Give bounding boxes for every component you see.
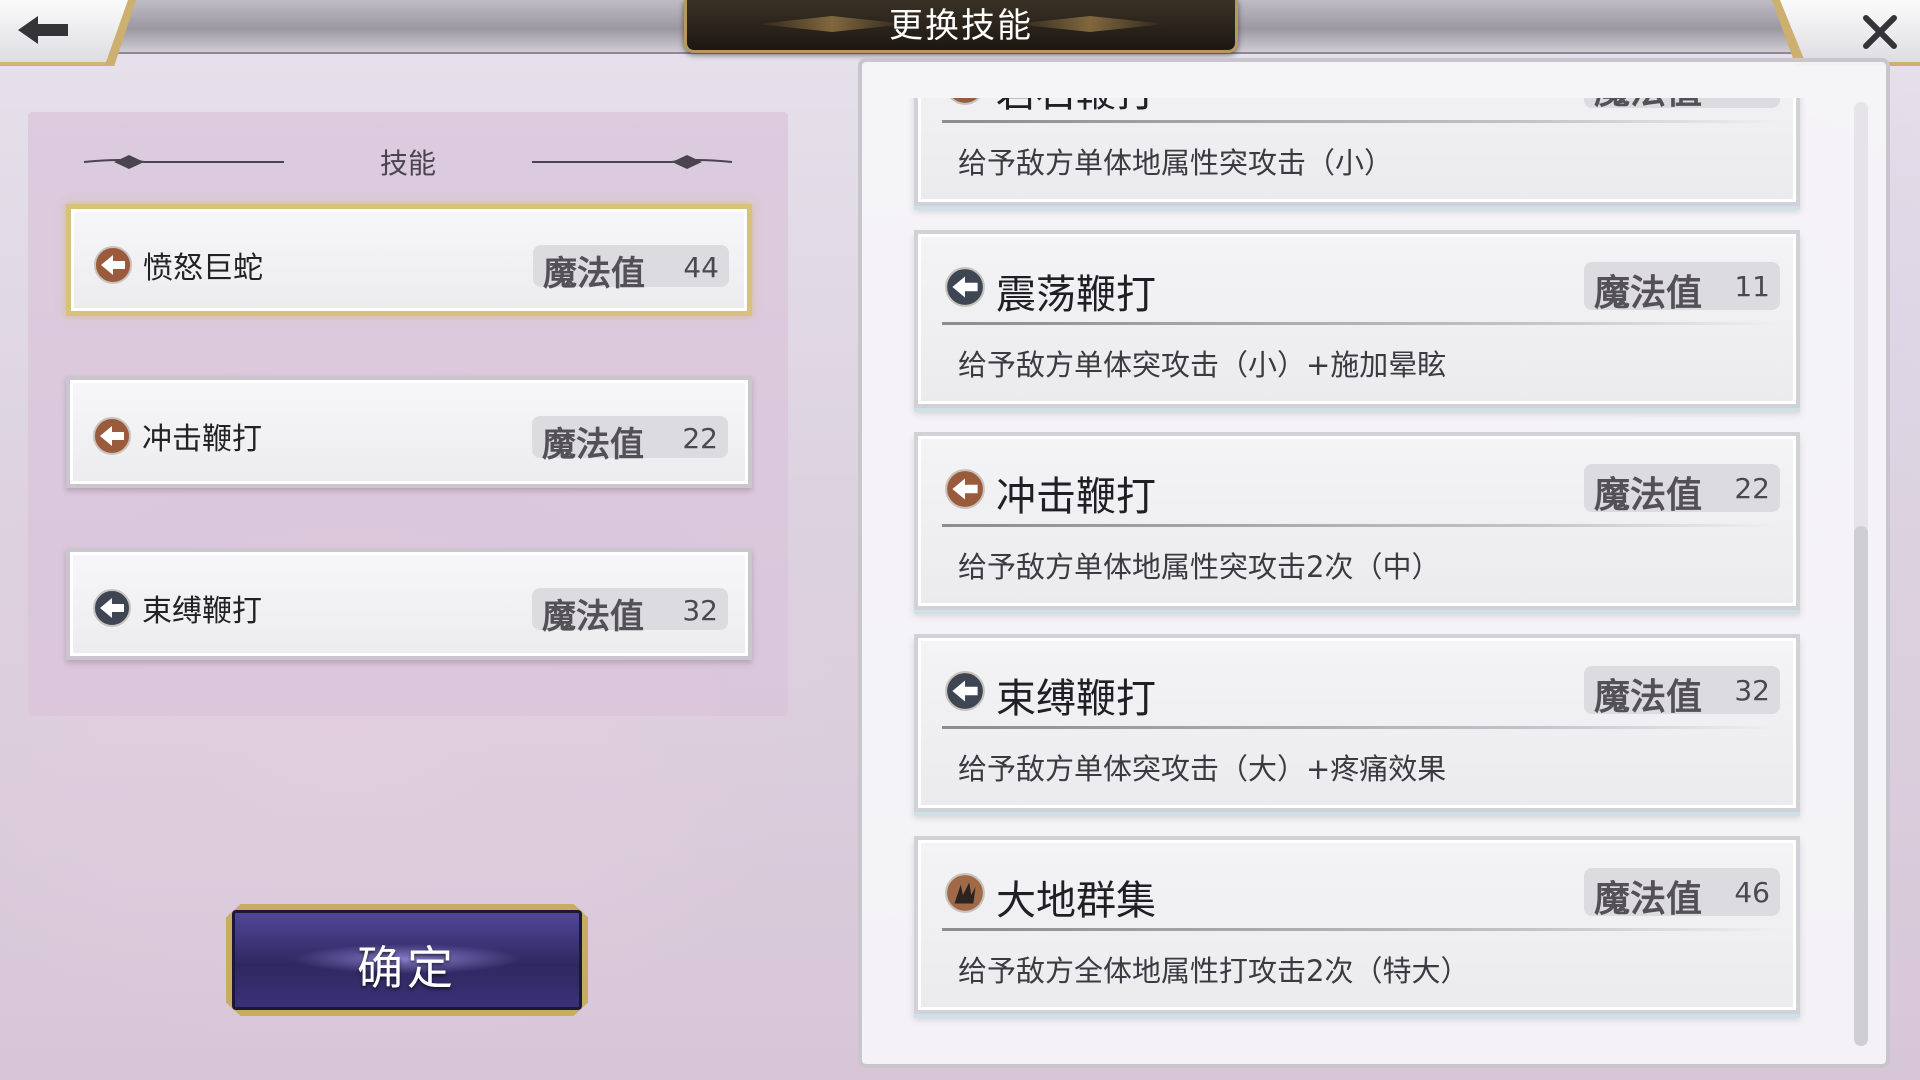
- mp-label: 魔法值: [1594, 98, 1702, 114]
- skill-list-item[interactable]: 大地群集 魔法值 46 给予敌方全体地属性打攻击2次（特大）: [914, 836, 1800, 1014]
- skill-name: 束缚鞭打: [142, 594, 262, 629]
- scrollbar-thumb[interactable]: [1854, 526, 1868, 1046]
- mp-cost-badge: 魔法值 46: [1584, 868, 1780, 920]
- divider: [942, 524, 1778, 527]
- skill-name: 束缚鞭打: [996, 676, 1156, 722]
- divider: [942, 726, 1778, 729]
- mp-label: 魔法值: [1594, 879, 1703, 920]
- arrow-left-steel-icon: [93, 589, 131, 627]
- mp-cost-badge: 魔法值 11: [1584, 262, 1780, 314]
- skill-description: 给予敌方单体地属性突攻击（小）: [958, 146, 1394, 180]
- scrollbar-track[interactable]: [1854, 102, 1868, 1046]
- mp-label: 魔法值: [542, 597, 644, 637]
- back-arrow-icon: [18, 16, 68, 44]
- skill-name: 冲击鞭打: [996, 474, 1156, 520]
- confirm-button[interactable]: 确定: [226, 904, 588, 1016]
- skill-description: 给予敌方单体地属性突攻击2次（中）: [958, 550, 1441, 584]
- equipped-skill-slot-2[interactable]: 冲击鞭打 魔法值 22: [66, 376, 752, 488]
- page-title: 更换技能: [889, 6, 1033, 46]
- divider: [942, 928, 1778, 931]
- skill-name: 岩石鞭打: [996, 98, 1156, 118]
- mp-value: 11: [1734, 270, 1770, 303]
- mp-cost-badge: 魔法值 11: [1584, 98, 1780, 112]
- mp-value: 32: [682, 594, 718, 627]
- arrow-left-bronze-icon: [945, 469, 985, 509]
- divider: [942, 120, 1778, 123]
- mp-cost-badge: 魔法值 22: [532, 416, 728, 465]
- arrow-left-steel-icon: [945, 671, 985, 711]
- confirm-button-label: 确定: [357, 941, 457, 995]
- mp-label: 魔法值: [542, 425, 644, 465]
- skill-description: 给予敌方单体突攻击（大）+疼痛效果: [958, 752, 1447, 786]
- skill-name: 愤怒巨蛇: [143, 251, 263, 286]
- skill-name: 冲击鞭打: [142, 422, 262, 457]
- mp-label: 魔法值: [1594, 677, 1703, 718]
- arrow-left-bronze-icon: [93, 417, 131, 455]
- skill-list-item[interactable]: 束缚鞭打 魔法值 32 给予敌方单体突攻击（大）+疼痛效果: [914, 634, 1800, 812]
- equipped-skill-slot-3[interactable]: 束缚鞭打 魔法值 32: [66, 548, 752, 660]
- skill-description: 给予敌方单体突攻击（小）+施加晕眩: [958, 348, 1447, 382]
- arrow-left-bronze-icon: [94, 246, 132, 284]
- mp-cost-badge: 魔法值 32: [1584, 666, 1780, 718]
- title-plate: 更换技能: [684, 0, 1238, 53]
- mp-label: 魔法值: [1594, 475, 1703, 516]
- earth-slash-icon: [945, 873, 985, 913]
- arrow-left-bronze-icon: [949, 98, 981, 105]
- close-icon: [1863, 15, 1897, 49]
- equipped-skills-header: 技能: [28, 140, 788, 180]
- mp-cost-badge: 魔法值 22: [1584, 464, 1780, 516]
- mp-value: 22: [682, 422, 718, 455]
- divider: [942, 322, 1778, 325]
- skill-list-panel: 岩石鞭打 魔法值 11 给予敌方单体地属性突攻击（小） 震荡鞭打 魔法值 11 …: [858, 58, 1890, 1068]
- mp-value: 44: [683, 251, 719, 284]
- skill-description: 给予敌方全体地属性打攻击2次（特大）: [958, 954, 1470, 988]
- skill-list-item[interactable]: 岩石鞭打 魔法值 11 给予敌方单体地属性突攻击（小）: [914, 98, 1800, 206]
- wing-ornament-right-icon: [532, 155, 732, 169]
- mp-value: 11: [1734, 98, 1770, 101]
- mp-label: 魔法值: [543, 254, 645, 294]
- skill-name: 震荡鞭打: [996, 272, 1156, 318]
- mp-value: 22: [1734, 472, 1770, 505]
- mp-value: 32: [1734, 674, 1770, 707]
- mp-value: 46: [1734, 876, 1770, 909]
- skill-list-item[interactable]: 震荡鞭打 魔法值 11 给予敌方单体突攻击（小）+施加晕眩: [914, 230, 1800, 408]
- mp-cost-badge: 魔法值 44: [533, 245, 729, 294]
- skill-list[interactable]: 岩石鞭打 魔法值 11 给予敌方单体地属性突攻击（小） 震荡鞭打 魔法值 11 …: [862, 98, 1862, 1064]
- equipped-skills-panel: 技能 愤怒巨蛇 魔法值 44 冲击鞭打 魔法值 22 束缚鞭打 魔法值 32: [28, 112, 788, 716]
- skill-name: 大地群集: [996, 878, 1156, 924]
- equipped-skill-slot-1[interactable]: 愤怒巨蛇 魔法值 44: [66, 204, 752, 316]
- mp-label: 魔法值: [1594, 273, 1703, 314]
- skill-list-item[interactable]: 冲击鞭打 魔法值 22 给予敌方单体地属性突攻击2次（中）: [914, 432, 1800, 610]
- mp-cost-badge: 魔法值 32: [532, 588, 728, 637]
- arrow-left-steel-icon: [945, 267, 985, 307]
